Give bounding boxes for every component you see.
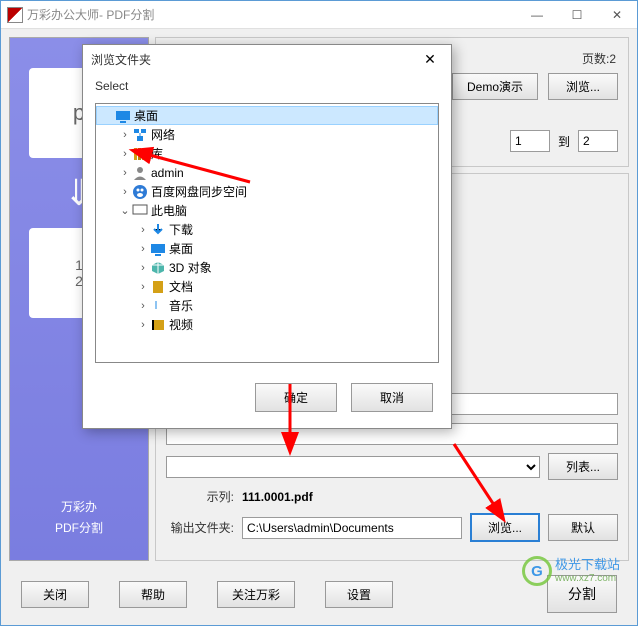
page-from-input[interactable] (510, 130, 550, 152)
dialog-button-row: 确定 取消 (83, 363, 451, 428)
tree-item-桌面[interactable]: 桌面 (96, 106, 438, 125)
folder-tree[interactable]: 桌面›网络›库›admin›百度网盘同步空间⌄此电脑›下载›桌面›3D 对象›文… (95, 103, 439, 363)
expand-toggle-icon[interactable]: › (136, 262, 150, 274)
dialog-subtitle: Select (83, 73, 451, 103)
tree-item-label: 文档 (169, 278, 193, 295)
expand-toggle-icon[interactable]: › (118, 129, 132, 141)
minimize-button[interactable]: — (517, 1, 557, 29)
title-bar: 万彩办公大师- PDF分割 — ☐ ✕ (1, 1, 637, 29)
dialog-title-bar: 浏览文件夹 ✕ (83, 45, 451, 73)
about-button[interactable]: 关注万彩 (217, 581, 295, 608)
tree-item-网络[interactable]: › 网络 (96, 125, 438, 144)
brand-line2: PDF分割 (55, 518, 103, 540)
watermark: G 极光下载站 www.xz7.com (522, 556, 620, 586)
dialog-close-button[interactable]: ✕ (417, 49, 443, 69)
expand-toggle-icon[interactable]: › (118, 186, 132, 198)
watermark-icon: G (522, 556, 552, 586)
app-icon (7, 7, 23, 23)
baidu-icon (132, 184, 148, 200)
user-icon (132, 165, 148, 181)
help-button[interactable]: 帮助 (119, 581, 187, 608)
window-title: 万彩办公大师- PDF分割 (27, 6, 517, 23)
pc-icon (132, 203, 148, 219)
watermark-text: 极光下载站 www.xz7.com (555, 558, 620, 583)
format-select[interactable] (166, 456, 540, 478)
expand-toggle-icon[interactable]: › (118, 148, 132, 160)
cancel-button[interactable]: 取消 (351, 383, 433, 412)
expand-toggle-icon[interactable]: › (136, 281, 150, 293)
expand-toggle-icon[interactable]: › (136, 224, 150, 236)
tree-item-百度网盘同步空间[interactable]: › 百度网盘同步空间 (96, 182, 438, 201)
lib-icon (132, 146, 148, 162)
browse-folder-dialog: 浏览文件夹 ✕ Select 桌面›网络›库›admin›百度网盘同步空间⌄此电… (82, 44, 452, 429)
page-to-input[interactable] (578, 130, 618, 152)
list-button[interactable]: 列表... (548, 453, 618, 480)
doc-icon (150, 279, 166, 295)
dialog-title: 浏览文件夹 (91, 51, 417, 68)
page-count-value: 2 (609, 52, 616, 66)
example-label: 示列: (166, 488, 234, 505)
tree-item-label: 音乐 (169, 297, 193, 314)
tree-item-桌面[interactable]: › 桌面 (96, 239, 438, 258)
maximize-button[interactable]: ☐ (557, 1, 597, 29)
output-folder-input[interactable] (242, 517, 462, 539)
tree-item-admin[interactable]: › admin (96, 163, 438, 182)
expand-toggle-icon[interactable]: › (136, 243, 150, 255)
close-button[interactable]: 关闭 (21, 581, 89, 608)
music-icon (150, 298, 166, 314)
tree-item-文档[interactable]: › 文档 (96, 277, 438, 296)
tree-item-label: 库 (151, 145, 163, 162)
network-icon (132, 127, 148, 143)
tree-item-label: 此电脑 (151, 202, 187, 219)
tree-item-label: 网络 (151, 126, 175, 143)
browse-folder-button[interactable]: 浏览... (470, 513, 540, 542)
demo-button[interactable]: Demo演示 (452, 73, 538, 100)
tree-item-label: admin (151, 166, 184, 180)
example-value: 111.0001.pdf (242, 490, 313, 504)
default-button[interactable]: 默认 (548, 514, 618, 541)
watermark-cn: 极光下载站 (555, 558, 620, 572)
tree-item-3D 对象[interactable]: › 3D 对象 (96, 258, 438, 277)
page-count-label: 页数: (582, 52, 609, 66)
desktop-icon (115, 108, 131, 124)
video-icon (150, 317, 166, 333)
tree-item-下载[interactable]: › 下载 (96, 220, 438, 239)
download-icon (150, 222, 166, 238)
tree-item-音乐[interactable]: › 音乐 (96, 296, 438, 315)
expand-toggle-icon[interactable]: ⌄ (118, 204, 132, 217)
brand-label: 万彩办 PDF分割 (55, 497, 103, 540)
tree-item-label: 桌面 (134, 107, 158, 124)
page-count: 页数:2 (582, 50, 616, 67)
tree-item-视频[interactable]: › 视频 (96, 315, 438, 334)
brand-line1: 万彩办 (55, 497, 103, 519)
tree-item-label: 视频 (169, 316, 193, 333)
ok-button[interactable]: 确定 (255, 383, 337, 412)
tree-item-label: 3D 对象 (169, 259, 212, 276)
settings-button[interactable]: 设置 (325, 581, 393, 608)
tree-item-此电脑[interactable]: ⌄ 此电脑 (96, 201, 438, 220)
watermark-url: www.xz7.com (555, 573, 620, 584)
tree-item-库[interactable]: ›库 (96, 144, 438, 163)
expand-toggle-icon[interactable]: › (118, 167, 132, 179)
tree-item-label: 桌面 (169, 240, 193, 257)
output-folder-label: 输出文件夹: (166, 519, 234, 536)
window-close-button[interactable]: ✕ (597, 1, 637, 29)
expand-toggle-icon[interactable]: › (136, 319, 150, 331)
page-to-label: 到 (558, 133, 570, 150)
desktop-icon (150, 241, 166, 257)
3d-icon (150, 260, 166, 276)
tree-item-label: 百度网盘同步空间 (151, 183, 247, 200)
browse-file-button[interactable]: 浏览... (548, 73, 618, 100)
expand-toggle-icon[interactable]: › (136, 300, 150, 312)
tree-item-label: 下载 (169, 221, 193, 238)
